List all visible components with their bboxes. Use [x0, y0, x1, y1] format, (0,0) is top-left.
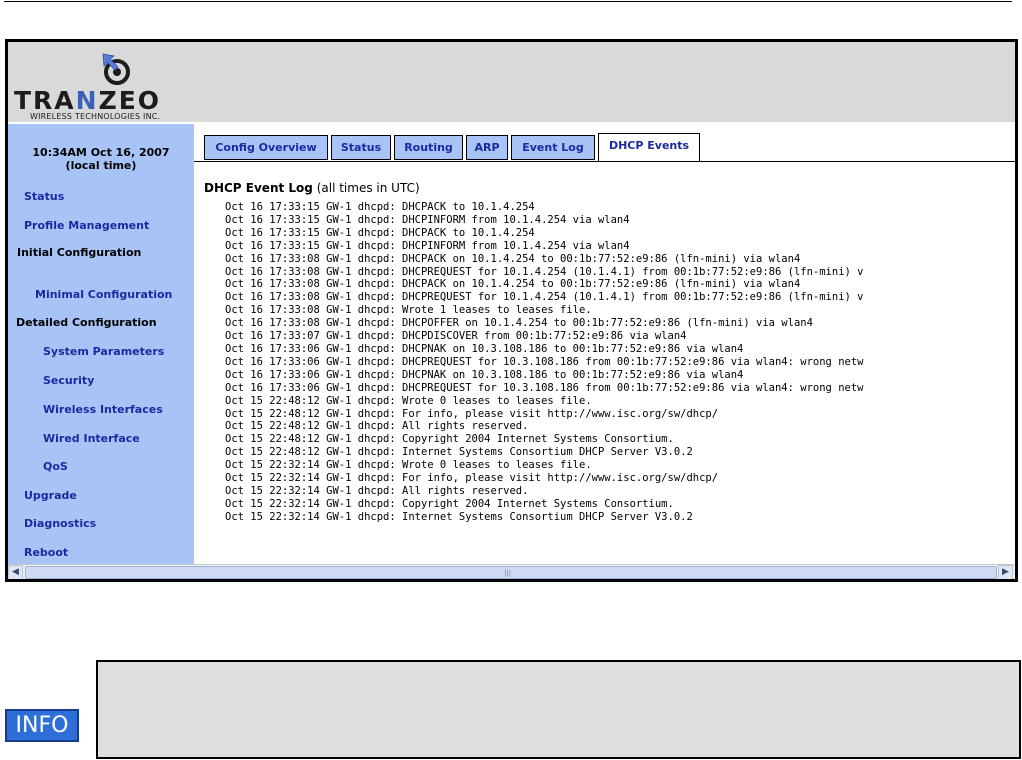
main-content: Config Overview Status Routing ARP Event…	[194, 124, 1015, 564]
log-line: Oct 15 22:48:12 GW-1 dhcpd: Copyright 20…	[225, 433, 674, 446]
sidebar-section-detailed-configuration: Detailed Configuration	[16, 316, 157, 329]
log-line: Oct 16 17:33:15 GW-1 dhcpd: DHCPINFORM f…	[225, 239, 630, 252]
logo-antenna-icon	[102, 53, 130, 85]
info-panel	[96, 660, 1021, 759]
dhcp-event-log: Oct 16 17:33:15 GW-1 dhcpd: DHCPACK to 1…	[225, 201, 863, 524]
log-line: Oct 15 22:32:14 GW-1 dhcpd: Internet Sys…	[225, 510, 693, 523]
sidebar-item-upgrade[interactable]: Upgrade	[24, 489, 77, 502]
page-title: DHCP Event Log (all times in UTC)	[204, 181, 420, 195]
tab-event-log[interactable]: Event Log	[511, 135, 595, 160]
scrollbar-grip: |||	[504, 569, 512, 577]
log-line: Oct 15 22:32:14 GW-1 dhcpd: Copyright 20…	[225, 497, 674, 510]
chevron-right-icon[interactable]: ▶	[998, 565, 1013, 579]
clock: 10:34AM Oct 16, 2007 (local time)	[8, 146, 194, 172]
log-line: Oct 16 17:33:15 GW-1 dhcpd: DHCPACK to 1…	[225, 226, 535, 239]
tranzeo-logo: TRANZEO WIRELESS TECHNOLOGIES INC.	[12, 48, 222, 122]
header-banner: TRANZEO WIRELESS TECHNOLOGIES INC.	[8, 42, 1015, 122]
log-line: Oct 16 17:33:08 GW-1 dhcpd: DHCPOFFER on…	[225, 317, 813, 330]
info-label: INFO	[5, 709, 79, 742]
log-line: Oct 16 17:33:07 GW-1 dhcpd: DHCPDISCOVER…	[225, 330, 687, 343]
log-line: Oct 16 17:33:06 GW-1 dhcpd: DHCPNAK on 1…	[225, 342, 744, 355]
log-line: Oct 15 22:48:12 GW-1 dhcpd: Internet Sys…	[225, 446, 693, 459]
sidebar-item-wired-interface[interactable]: Wired Interface	[43, 432, 140, 445]
clock-time: 10:34AM Oct 16, 2007	[32, 146, 170, 159]
log-line: Oct 16 17:33:06 GW-1 dhcpd: DHCPREQUEST …	[225, 355, 864, 368]
top-rule	[4, 1, 1012, 2]
tab-arp[interactable]: ARP	[466, 135, 508, 160]
browser-frame: TRANZEO WIRELESS TECHNOLOGIES INC. 10:34…	[5, 39, 1018, 582]
log-line: Oct 15 22:48:12 GW-1 dhcpd: Wrote 0 leas…	[225, 394, 592, 407]
log-line: Oct 16 17:33:08 GW-1 dhcpd: DHCPREQUEST …	[225, 265, 864, 278]
scrollbar-thumb[interactable]: |||	[25, 566, 997, 579]
log-line: Oct 16 17:33:15 GW-1 dhcpd: DHCPACK to 1…	[225, 201, 535, 213]
log-line: Oct 15 22:32:14 GW-1 dhcpd: For info, pl…	[225, 472, 719, 485]
log-line: Oct 15 22:32:14 GW-1 dhcpd: Wrote 0 leas…	[225, 459, 592, 472]
tab-underline	[194, 161, 1015, 162]
info-icon: INFO	[3, 707, 81, 744]
sidebar-section-initial-configuration: Initial Configuration	[17, 246, 142, 259]
log-line: Oct 15 22:48:12 GW-1 dhcpd: All rights r…	[225, 420, 529, 433]
sidebar-item-security[interactable]: Security	[43, 374, 94, 387]
logo-tagline: WIRELESS TECHNOLOGIES INC.	[30, 112, 161, 121]
log-line: Oct 15 22:32:14 GW-1 dhcpd: All rights r…	[225, 484, 529, 497]
clock-zone: (local time)	[65, 159, 137, 172]
log-line: Oct 16 17:33:08 GW-1 dhcpd: Wrote 1 leas…	[225, 304, 592, 317]
log-line: Oct 16 17:33:08 GW-1 dhcpd: DHCPREQUEST …	[225, 291, 864, 304]
sidebar-item-system-parameters[interactable]: System Parameters	[43, 345, 164, 358]
log-line: Oct 16 17:33:08 GW-1 dhcpd: DHCPACK on 1…	[225, 252, 801, 265]
log-line: Oct 16 17:33:15 GW-1 dhcpd: DHCPINFORM f…	[225, 213, 630, 226]
horizontal-scrollbar[interactable]: ◀ ||| ▶	[8, 564, 1015, 579]
chevron-left-icon[interactable]: ◀	[8, 565, 23, 579]
sidebar-item-diagnostics[interactable]: Diagnostics	[24, 517, 96, 530]
logo-wordmark: TRANZEO	[14, 86, 162, 115]
tab-status[interactable]: Status	[331, 135, 391, 160]
log-line: Oct 16 17:33:06 GW-1 dhcpd: DHCPNAK on 1…	[225, 368, 744, 381]
tab-routing[interactable]: Routing	[394, 135, 463, 160]
log-line: Oct 16 17:33:06 GW-1 dhcpd: DHCPREQUEST …	[225, 381, 864, 394]
sidebar-item-minimal-configuration[interactable]: Minimal Configuration	[35, 288, 172, 301]
tab-config-overview[interactable]: Config Overview	[204, 135, 328, 160]
sidebar-item-profile-management[interactable]: Profile Management	[24, 219, 149, 232]
log-line: Oct 16 17:33:08 GW-1 dhcpd: DHCPACK on 1…	[225, 278, 801, 291]
sidebar-item-status[interactable]: Status	[24, 190, 64, 203]
sidebar-item-qos[interactable]: QoS	[43, 460, 68, 473]
sidebar: 10:34AM Oct 16, 2007 (local time) Status…	[8, 124, 194, 564]
tab-dhcp-events[interactable]: DHCP Events	[598, 133, 700, 161]
sidebar-item-reboot[interactable]: Reboot	[24, 546, 68, 559]
sidebar-item-wireless-interfaces[interactable]: Wireless Interfaces	[43, 403, 163, 416]
log-line: Oct 15 22:48:12 GW-1 dhcpd: For info, pl…	[225, 407, 719, 420]
